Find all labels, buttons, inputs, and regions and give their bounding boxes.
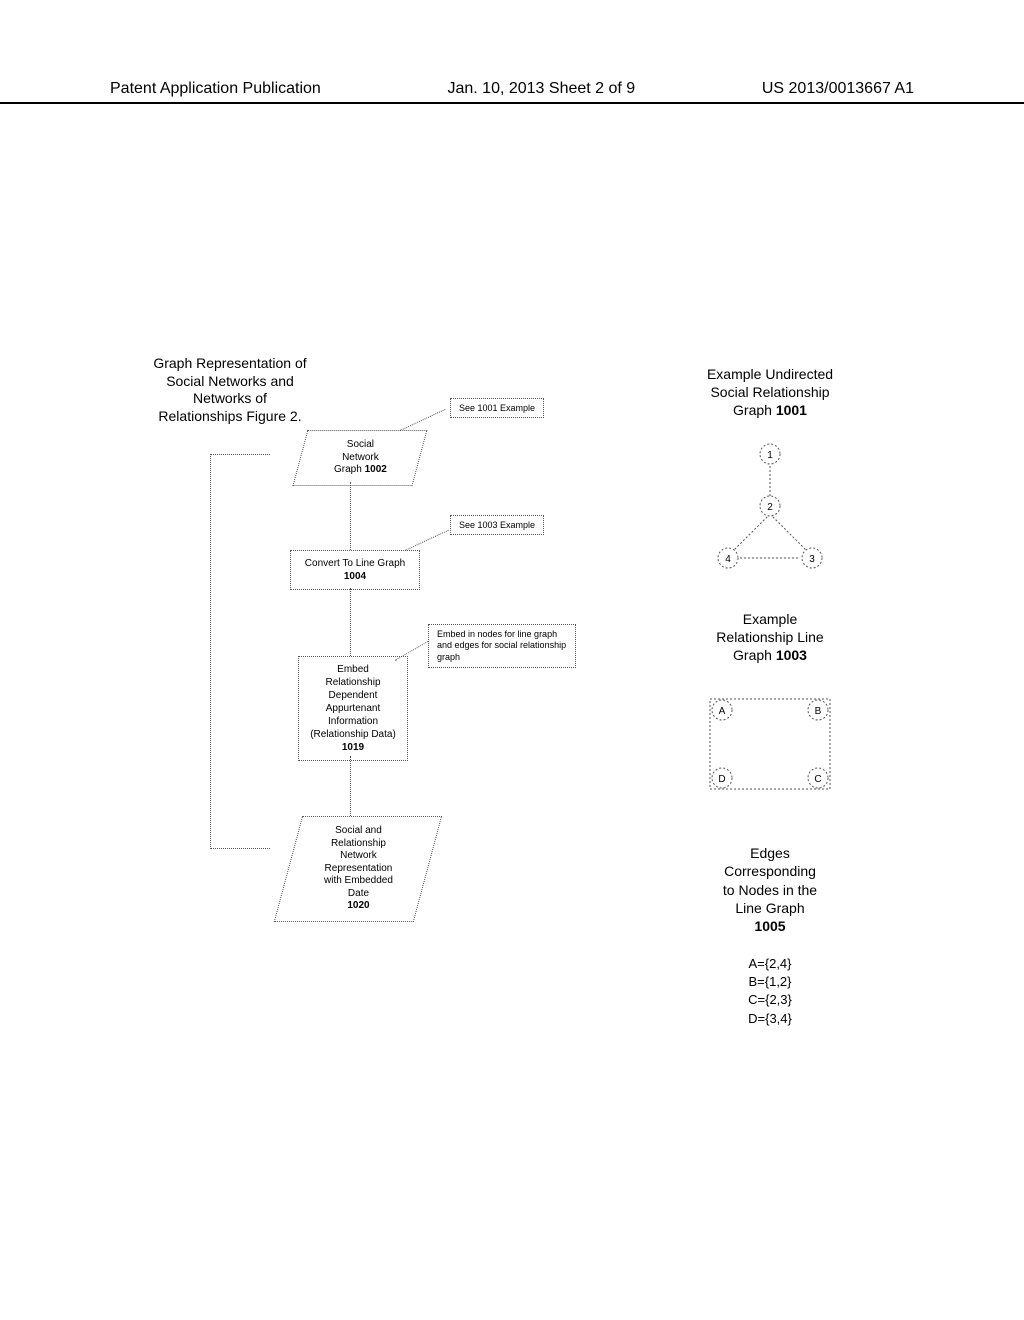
flow-1020-l6: Date bbox=[347, 888, 368, 899]
callout-line-1001 bbox=[400, 409, 446, 431]
flow-1019-l5: Information bbox=[328, 716, 378, 727]
g1001-node-4: 4 bbox=[725, 554, 731, 565]
t1001-l2: Social Relationship bbox=[710, 384, 829, 400]
flow-1002-l1: Social bbox=[346, 439, 373, 450]
flow-1019-l2: Relationship bbox=[325, 677, 380, 688]
header-center: Jan. 10, 2013 Sheet 2 of 9 bbox=[447, 80, 635, 98]
t1005-l3: to Nodes in the bbox=[723, 882, 817, 898]
graph-1003: A B C D bbox=[680, 684, 860, 814]
flow-1019-l6: (Relationship Data) bbox=[310, 729, 396, 740]
header-left: Patent Application Publication bbox=[110, 80, 321, 98]
g1003-node-B: B bbox=[815, 706, 822, 717]
edge-A: A={2,4} bbox=[630, 955, 910, 973]
connector-1004-1019 bbox=[350, 588, 351, 656]
flow-1020-l5: with Embedded bbox=[324, 875, 393, 886]
flow-1019-ref: 1019 bbox=[342, 742, 364, 753]
flow-box-1002: Social Network Graph 1002 bbox=[293, 430, 428, 486]
flow-1020-l4: Representation bbox=[324, 863, 392, 874]
flow-1004-ref: 1004 bbox=[344, 571, 366, 582]
t1005-ref: 1005 bbox=[754, 918, 785, 934]
callout-embed-note: Embed in nodes for line graph and edges … bbox=[428, 624, 576, 668]
t1003-l2: Relationship Line bbox=[716, 629, 823, 645]
figure-title: Graph Representation of Social Networks … bbox=[150, 355, 310, 425]
connector-1002-1004 bbox=[350, 482, 351, 550]
header-right: US 2013/0013667 A1 bbox=[762, 80, 914, 98]
g1001-node-2: 2 bbox=[767, 502, 773, 513]
callout-line-1003 bbox=[405, 530, 449, 551]
edge-B: B={1,2} bbox=[630, 973, 910, 991]
callout-line-embed bbox=[395, 641, 428, 661]
g1003-node-C: C bbox=[814, 774, 821, 785]
flow-1020-l2: Relationship bbox=[330, 838, 385, 849]
flow-1020-l3: Network bbox=[340, 850, 377, 861]
flow-1002-ref: 1002 bbox=[364, 464, 386, 475]
flow-1019-l1: Embed bbox=[337, 664, 369, 675]
flow-box-1020: Social and Relationship Network Represen… bbox=[274, 816, 442, 922]
t1003-ref: 1003 bbox=[776, 647, 807, 663]
flow-1020-l1: Social and bbox=[335, 825, 382, 836]
examples-column: Example Undirected Social Relationship G… bbox=[630, 365, 910, 1028]
connector-1019-1020 bbox=[350, 756, 351, 816]
t1003-l1: Example bbox=[743, 611, 797, 627]
flow-1019-l4: Appurtenant bbox=[326, 703, 381, 714]
flow-box-1019: Embed Relationship Dependent Appurtenant… bbox=[298, 656, 408, 761]
g1001-node-3: 3 bbox=[809, 554, 815, 565]
t1005-l1: Edges bbox=[750, 845, 790, 861]
graph-1001: 1 2 3 4 bbox=[690, 440, 850, 580]
t1005-l2: Corresponding bbox=[724, 863, 816, 879]
t1005-l4: Line Graph bbox=[735, 900, 804, 916]
flow-1019-l3: Dependent bbox=[329, 690, 378, 701]
flow-1002-l3: Graph bbox=[334, 464, 365, 475]
callout-see-1001: See 1001 Example bbox=[450, 398, 544, 418]
flow-1020-ref: 1020 bbox=[347, 900, 369, 911]
g1003-node-D: D bbox=[718, 774, 725, 785]
flow-box-1004: Convert To Line Graph 1004 bbox=[290, 550, 420, 590]
flow-1002-l2: Network bbox=[342, 452, 379, 463]
title-edges-1005: Edges Corresponding to Nodes in the Line… bbox=[630, 844, 910, 935]
edge-list-1005: A={2,4} B={1,2} C={2,3} D={3,4} bbox=[630, 955, 910, 1028]
callout-see-1003: See 1003 Example bbox=[450, 515, 544, 535]
title-graph-1001: Example Undirected Social Relationship G… bbox=[630, 365, 910, 420]
g1001-node-1: 1 bbox=[767, 450, 773, 461]
flow-1004-l1: Convert To Line Graph bbox=[305, 558, 405, 569]
t1001-ref: 1001 bbox=[776, 402, 807, 418]
title-graph-1003: Example Relationship Line Graph 1003 bbox=[630, 610, 910, 665]
edge-D: D={3,4} bbox=[630, 1010, 910, 1028]
t1001-l1: Example Undirected bbox=[707, 366, 833, 382]
title-bracket bbox=[210, 454, 270, 849]
g1003-node-A: A bbox=[719, 706, 726, 717]
t1001-l3: Graph bbox=[733, 402, 776, 418]
t1003-l3: Graph bbox=[733, 647, 776, 663]
page-header: Patent Application Publication Jan. 10, … bbox=[0, 80, 1024, 104]
edge-C: C={2,3} bbox=[630, 991, 910, 1009]
